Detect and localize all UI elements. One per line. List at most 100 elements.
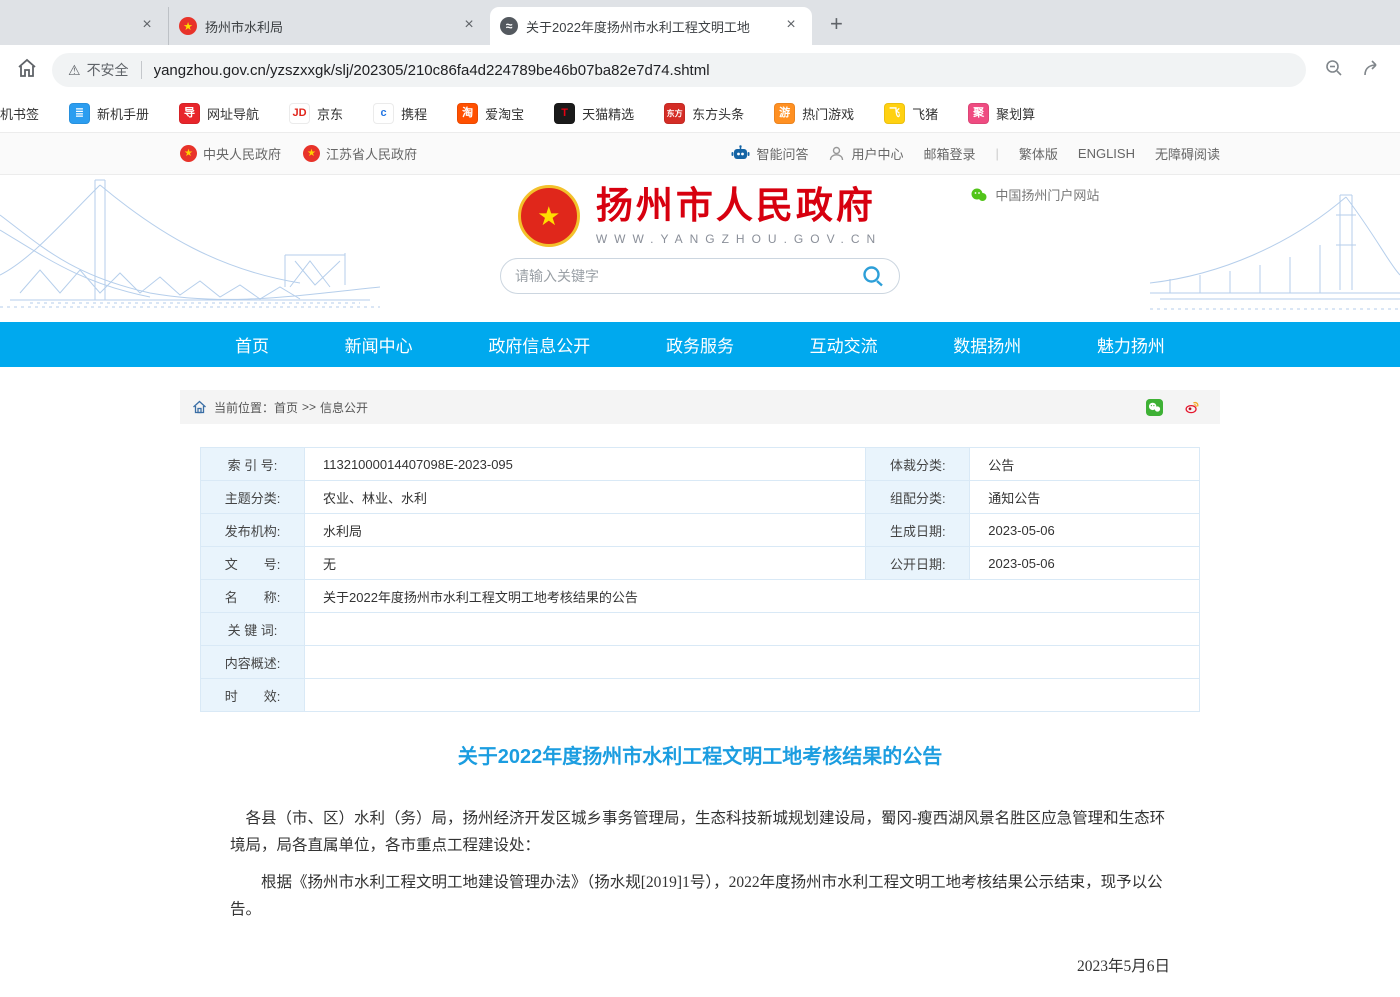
taobao-icon: 淘 <box>457 103 478 124</box>
zoom-out-icon[interactable] <box>1324 58 1344 83</box>
nav-item-charm[interactable]: 魅力扬州 <box>1097 332 1165 357</box>
site-url: WWW.YANGZHOU.GOV.CN <box>596 232 882 246</box>
nav-item-data[interactable]: 数据扬州 <box>953 332 1021 357</box>
close-icon[interactable]: × <box>458 15 480 37</box>
bookmark-juhuasuan[interactable]: 聚 聚划算 <box>968 103 1035 124</box>
share-weibo-icon[interactable] <box>1184 395 1208 419</box>
bookmark-phone-bookmarks[interactable]: 机书签 <box>0 104 39 123</box>
nav-item-services[interactable]: 政务服务 <box>666 332 734 357</box>
table-row: 索 引 号: 11321000014407098E-2023-095 体裁分类:… <box>201 448 1200 481</box>
meta-label: 名 称: <box>201 580 305 613</box>
bookmark-ctrip[interactable]: c 携程 <box>373 103 427 124</box>
nav-item-home[interactable]: 首页 <box>235 332 269 357</box>
table-row: 时 效: <box>201 679 1200 712</box>
games-icon: 游 <box>774 103 795 124</box>
close-icon[interactable]: × <box>136 15 158 37</box>
content-container: 当前位置： 首页 >> 信息公开 <box>180 390 1220 997</box>
tmall-icon: T <box>554 103 575 124</box>
breadcrumb-home[interactable]: 首页 <box>274 399 298 416</box>
search-box <box>500 258 900 294</box>
meta-value: 2023-05-06 <box>970 514 1200 547</box>
link-smart-qa[interactable]: 智能问答 <box>731 144 808 163</box>
gov-link-label: 中央人民政府 <box>203 144 281 163</box>
meta-label: 主题分类: <box>201 481 305 514</box>
meta-value <box>305 646 1200 679</box>
portal-link[interactable]: 中国扬州门户网站 <box>970 185 1099 204</box>
tab-shuiliju[interactable]: ★ 扬州市水利局 × <box>168 7 490 45</box>
tab-bar: × ★ 扬州市水利局 × ≈ 关于2022年度扬州市水利工程文明工地 × + <box>0 0 1400 45</box>
security-label[interactable]: 不安全 <box>87 60 129 80</box>
url-field[interactable]: ⚠ 不安全 yangzhou.gov.cn/yzszxxgk/slj/20230… <box>52 53 1306 87</box>
gov-link-label: 江苏省人民政府 <box>326 144 417 163</box>
robot-icon <box>731 145 750 162</box>
breadcrumb-prefix: 当前位置： <box>214 399 274 416</box>
bookmark-manual[interactable]: ≣ 新机手册 <box>69 103 149 124</box>
link-mail-login[interactable]: 邮箱登录 <box>923 144 975 163</box>
breadcrumb-home-icon <box>192 400 207 414</box>
article-title: 关于2022年度扬州市水利工程文明工地考核结果的公告 <box>230 740 1170 769</box>
meta-value: 公告 <box>970 448 1200 481</box>
share-icon[interactable] <box>1362 58 1384 83</box>
meta-value <box>305 613 1200 646</box>
bookmark-taobao[interactable]: 淘 爱淘宝 <box>457 103 524 124</box>
home-icon[interactable] <box>16 57 38 84</box>
meta-label: 时 效: <box>201 679 305 712</box>
article-date: 2023年5月6日 <box>230 954 1170 976</box>
meta-label: 生成日期: <box>866 514 970 547</box>
page-favicon-icon: ≈ <box>500 17 518 35</box>
meta-value: 2023-05-06 <box>970 547 1200 580</box>
new-tab-button[interactable]: + <box>830 11 843 37</box>
link-traditional-chinese[interactable]: 繁体版 <box>1019 144 1058 163</box>
url-text[interactable]: yangzhou.gov.cn/yzszxxgk/slj/202305/210c… <box>154 62 710 79</box>
bookmark-toutiao[interactable]: 东方 东方头条 <box>664 103 744 124</box>
link-accessibility[interactable]: 无障碍阅读 <box>1155 144 1220 163</box>
table-row: 主题分类: 农业、林业、水利 组配分类: 通知公告 <box>201 481 1200 514</box>
bookmark-nav-site[interactable]: 导 网址导航 <box>179 103 259 124</box>
table-row: 关 键 词: <box>201 613 1200 646</box>
meta-value: 水利局 <box>305 514 866 547</box>
meta-label: 发布机构: <box>201 514 305 547</box>
nav-item-info-disclosure[interactable]: 政府信息公开 <box>488 332 590 357</box>
link-jiangsu-gov[interactable]: ★ 江苏省人民政府 <box>303 144 417 163</box>
search-icon[interactable] <box>861 264 885 288</box>
tab-title: 关于2022年度扬州市水利工程文明工地 <box>526 17 772 36</box>
breadcrumb: 当前位置： 首页 >> 信息公开 <box>180 390 1220 424</box>
share-wechat-icon[interactable] <box>1146 395 1170 419</box>
address-bar: ⚠ 不安全 yangzhou.gov.cn/yzszxxgk/slj/20230… <box>0 45 1400 95</box>
warning-icon[interactable]: ⚠ <box>68 62 81 79</box>
article-paragraph: 根据《扬州市水利工程文明工地建设管理办法》（扬水规[2019]1号），2022年… <box>230 869 1170 923</box>
breadcrumb-current[interactable]: 信息公开 <box>320 399 368 416</box>
link-central-gov[interactable]: ★ 中央人民政府 <box>180 144 281 163</box>
main-nav: 首页 新闻中心 政府信息公开 政务服务 互动交流 数据扬州 魅力扬州 <box>0 322 1400 367</box>
bookmark-tmall[interactable]: T 天猫精选 <box>554 103 634 124</box>
bookmark-jd[interactable]: JD 京东 <box>289 103 343 124</box>
link-english[interactable]: ENGLISH <box>1078 146 1135 161</box>
search-input[interactable] <box>515 268 861 284</box>
tab-active-announcement[interactable]: ≈ 关于2022年度扬州市水利工程文明工地 × <box>490 7 812 45</box>
wechat-icon <box>970 186 988 204</box>
close-icon[interactable]: × <box>780 15 802 37</box>
article-meta-table: 索 引 号: 11321000014407098E-2023-095 体裁分类:… <box>200 447 1200 712</box>
nav-item-interaction[interactable]: 互动交流 <box>810 332 878 357</box>
user-icon <box>828 145 845 162</box>
manual-icon: ≣ <box>69 103 90 124</box>
bookmark-fliggy[interactable]: 飞 飞猪 <box>884 103 938 124</box>
ctrip-icon: c <box>373 103 394 124</box>
fliggy-icon: 飞 <box>884 103 905 124</box>
article-paragraph: 各县（市、区）水利（务）局，扬州经济开发区城乡事务管理局，生态科技新城规划建设局… <box>230 805 1170 859</box>
bookmark-label: 东方头条 <box>692 104 744 123</box>
bookmark-games[interactable]: 游 热门游戏 <box>774 103 854 124</box>
meta-label: 组配分类: <box>866 481 970 514</box>
gov-emblem-icon: ★ <box>180 145 197 162</box>
meta-label: 文 号: <box>201 547 305 580</box>
gov-emblem-icon: ★ <box>179 17 197 35</box>
bookmark-label: 携程 <box>401 104 427 123</box>
national-emblem-icon: ★ <box>518 185 580 247</box>
meta-label: 内容概述: <box>201 646 305 679</box>
meta-label: 关 键 词: <box>201 613 305 646</box>
bookmark-label: 网址导航 <box>207 104 259 123</box>
nav-item-news[interactable]: 新闻中心 <box>345 332 413 357</box>
link-user-center[interactable]: 用户中心 <box>828 144 903 163</box>
bookmark-label: 飞猪 <box>912 104 938 123</box>
tab-cropped[interactable]: × <box>0 7 168 45</box>
